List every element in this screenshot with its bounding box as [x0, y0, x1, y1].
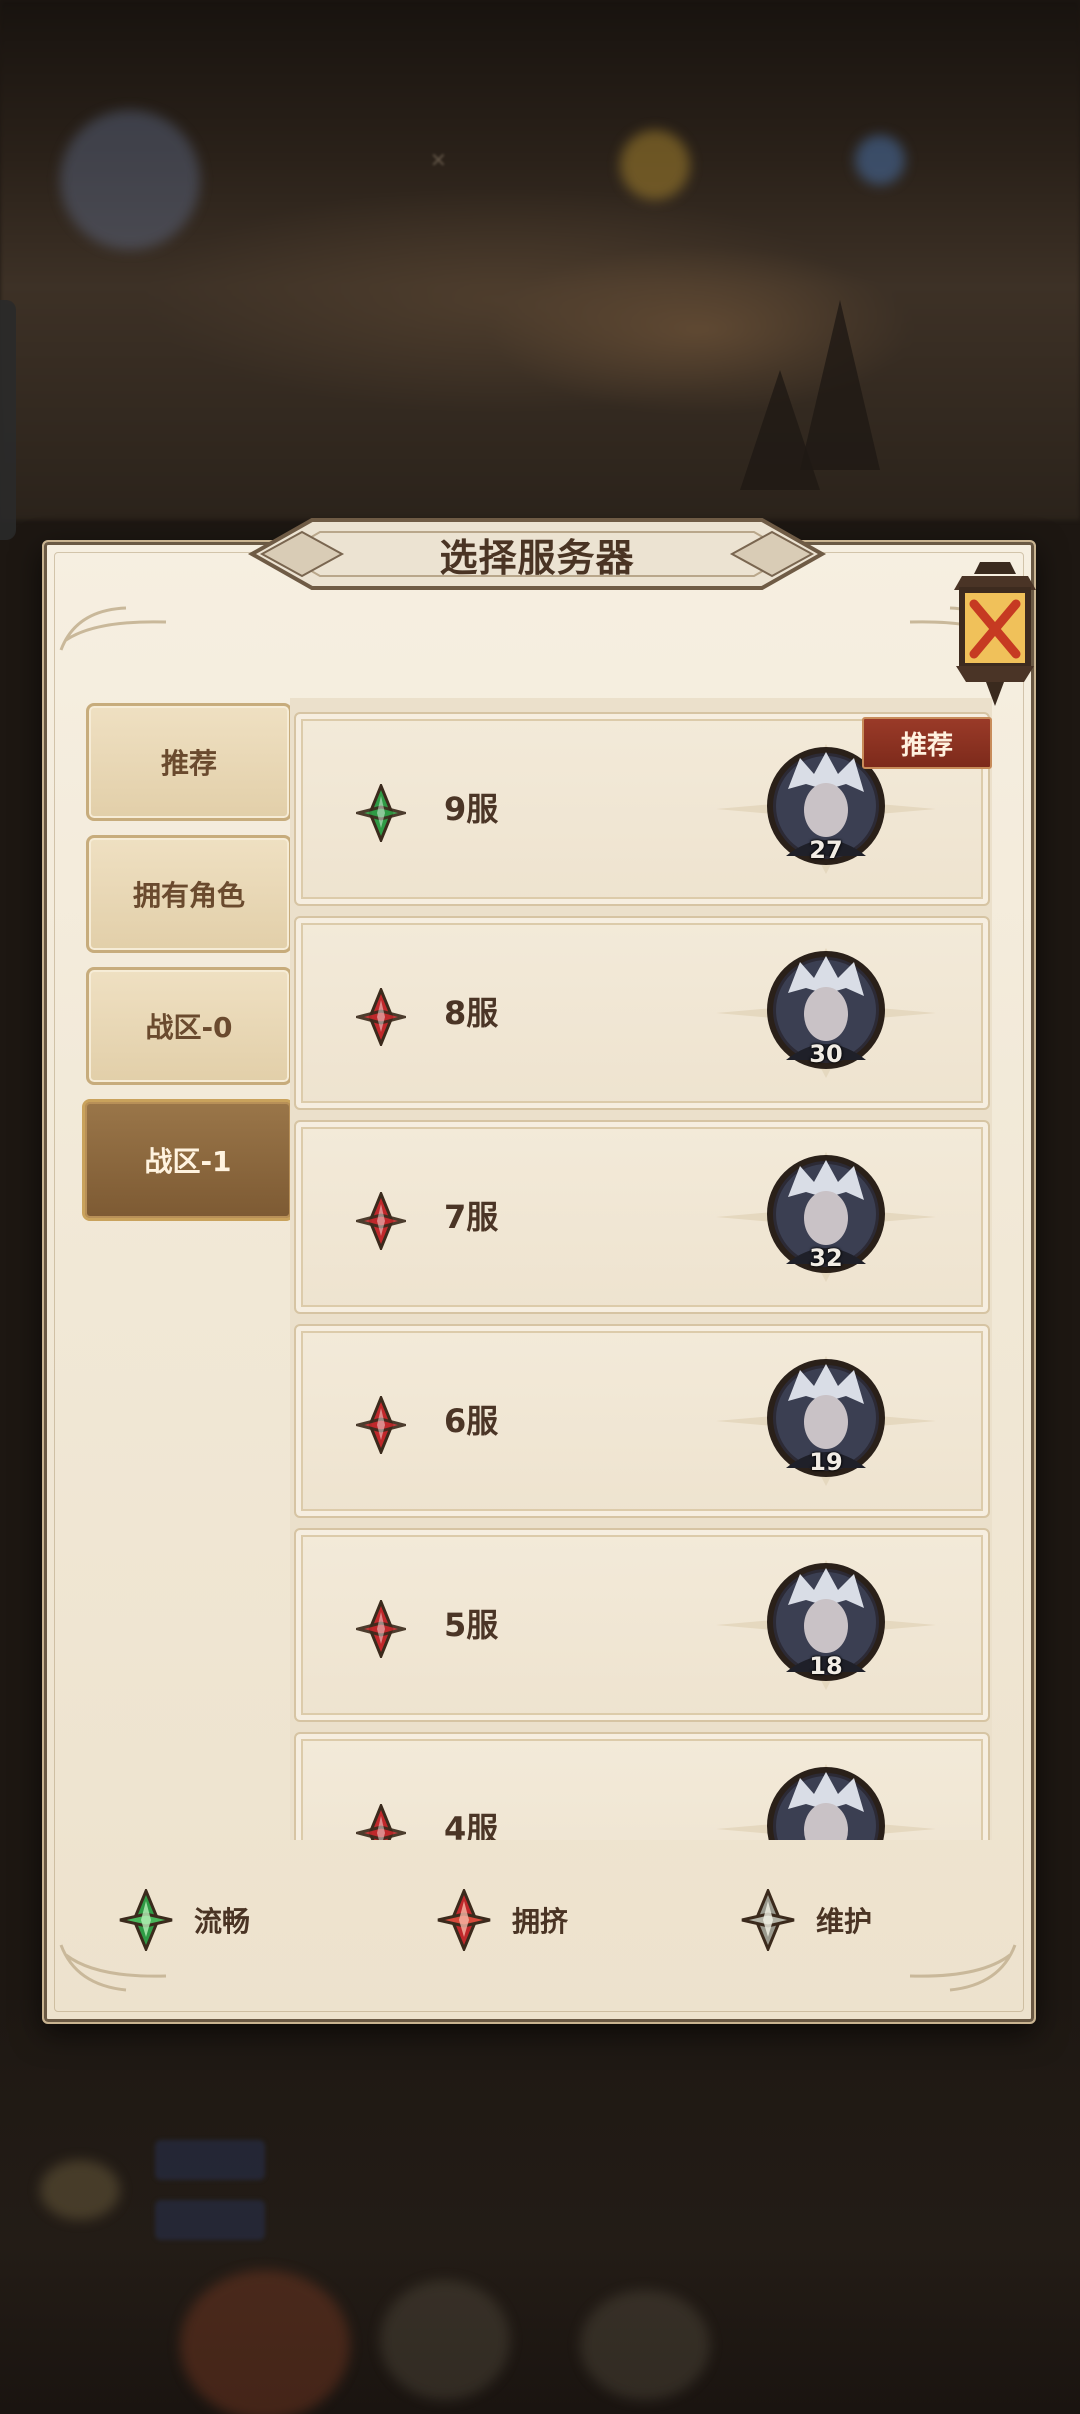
character-level: 30: [809, 1040, 843, 1068]
server-status-gem-icon: [356, 784, 406, 842]
background-peak: [740, 370, 820, 490]
server-row[interactable]: 4服: [294, 1732, 990, 1840]
green-gem-icon: [119, 1889, 173, 1951]
legend-label: 流畅: [194, 1905, 251, 1938]
corner-ornament: [909, 1944, 1017, 1992]
red-gem-icon: [437, 1889, 491, 1951]
server-row[interactable]: 5服 18: [294, 1528, 990, 1722]
gray-gem-icon: [741, 1889, 795, 1951]
character-level: 32: [809, 1244, 843, 1272]
background-icon-blur: [40, 2160, 120, 2220]
legend-maintenance: 维护: [740, 1889, 873, 1951]
server-name: 6服: [444, 1402, 499, 1440]
background-icon-blur: [180, 2270, 350, 2414]
server-row[interactable]: 6服 19: [294, 1324, 990, 1518]
server-row[interactable]: 7服 32: [294, 1120, 990, 1314]
server-list[interactable]: 9服 27 8服 30 7服 32 6服 19 5服 18 4服: [290, 698, 992, 1840]
background-icon-blur: [580, 2290, 710, 2400]
server-status-gem-icon: [356, 1396, 406, 1454]
background-bar: [155, 2200, 265, 2240]
server-name: 5服: [444, 1606, 499, 1644]
server-name: 8服: [444, 994, 499, 1032]
tab-recommended[interactable]: 推荐: [86, 703, 292, 821]
dialog-title-plate: 选择服务器: [242, 512, 832, 596]
server-name: 9服: [444, 790, 499, 828]
side-handle: [0, 300, 16, 540]
background-bar: [155, 2140, 265, 2180]
tab-label: 战区-1: [144, 1145, 232, 1178]
character-level: 18: [809, 1652, 843, 1680]
tab-label: 战区-0: [145, 1011, 233, 1044]
legend-smooth: 流畅: [118, 1889, 251, 1951]
tab-label: 拥有角色: [132, 879, 245, 912]
tab-zone-0[interactable]: 战区-0: [86, 967, 292, 1085]
tab-owned-characters[interactable]: 拥有角色: [86, 835, 292, 953]
background-scene: [0, 0, 1080, 520]
recommended-badge: 推荐: [862, 717, 992, 769]
server-status-gem-icon: [356, 1804, 406, 1840]
character-level: 27: [809, 836, 843, 864]
dialog-title: 选择服务器: [439, 535, 635, 580]
server-row[interactable]: 8服 30: [294, 916, 990, 1110]
server-status-gem-icon: [356, 988, 406, 1046]
server-status-gem-icon: [356, 1192, 406, 1250]
gold-icon-blur: [620, 130, 690, 200]
server-name: 7服: [444, 1198, 499, 1236]
tab-label: 推荐: [160, 747, 217, 780]
corner-ornament: [59, 606, 167, 651]
player-avatar-blur: [60, 110, 200, 250]
character-avatar-icon: [716, 1764, 936, 1840]
gem-icon-blur: [855, 135, 905, 185]
legend-crowded: 拥挤: [436, 1889, 569, 1951]
legend-label: 维护: [816, 1905, 873, 1938]
tab-zone-1[interactable]: 战区-1: [82, 1099, 294, 1221]
server-name: 4服: [444, 1810, 499, 1840]
hud-blur: ✕: [430, 148, 447, 172]
lantern-close-icon[interactable]: [940, 556, 1050, 716]
server-status-gem-icon: [356, 1600, 406, 1658]
background-icon-blur: [380, 2280, 510, 2400]
character-level: 19: [809, 1448, 843, 1476]
legend-label: 拥挤: [512, 1905, 569, 1938]
